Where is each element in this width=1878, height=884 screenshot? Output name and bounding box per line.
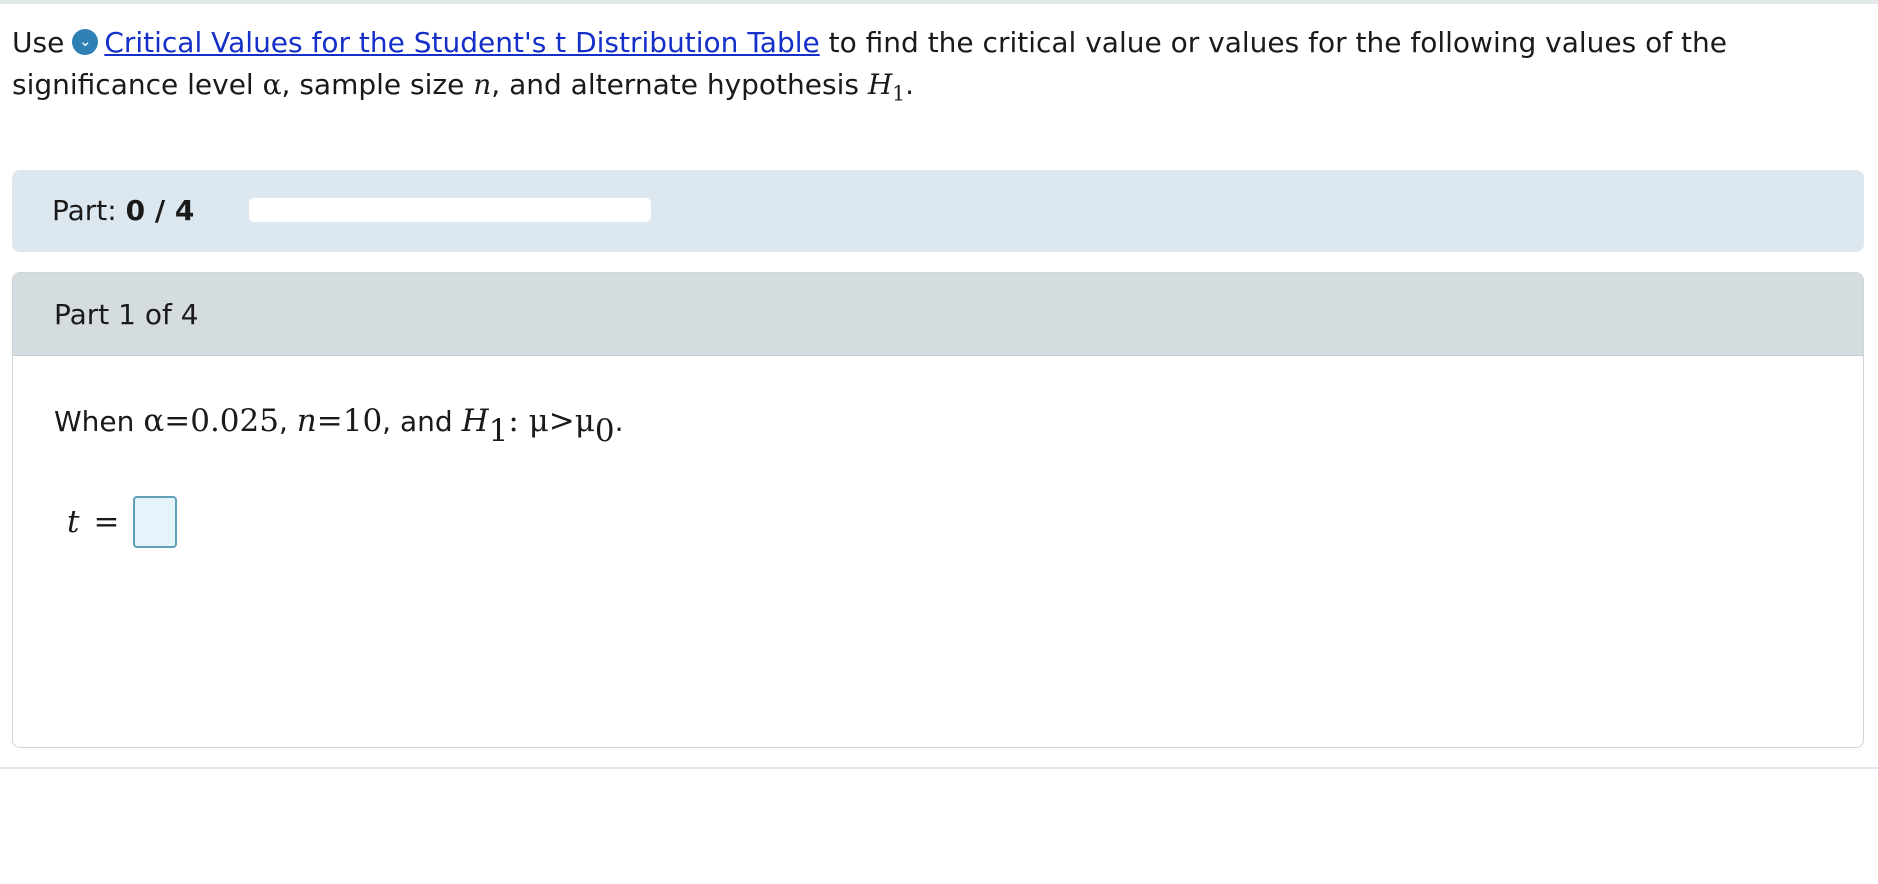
hypothesis-symbol: H [867, 68, 893, 101]
hypothesis-subscript: 1 [892, 81, 906, 106]
part-question: When α=0.025, n=10, and H1: μ>μ0. [54, 399, 624, 446]
progress-label: Part: 0 / 4 [52, 191, 194, 231]
top-divider [0, 0, 1878, 4]
t-distribution-table-link[interactable]: Critical Values for the Student's t Dist… [104, 26, 819, 59]
alpha-symbol: α [262, 68, 282, 101]
intro-sep-1: , sample size [281, 68, 474, 101]
sample-size-symbol: n [473, 68, 492, 101]
answer-variable: t [67, 504, 80, 540]
n-value: =10 [316, 403, 383, 439]
intro-prefix: Use [12, 26, 65, 59]
question-end: . [614, 405, 624, 438]
hypothesis-relation: : μ>μ [508, 403, 595, 439]
part-card: Part 1 of 4 When α=0.025, n=10, and H1: … [12, 272, 1864, 748]
question-and: , and [382, 405, 462, 438]
hypothesis-variable: H [461, 403, 489, 439]
n-variable: n [296, 403, 317, 439]
progress-bar [249, 198, 651, 222]
question-prefix: When [54, 405, 144, 438]
progress-count: 0 / 4 [125, 194, 195, 227]
bottom-divider [0, 767, 1878, 769]
intro-end: . [905, 68, 915, 101]
answer-equals: = [93, 504, 120, 540]
hypothesis-variable-subscript: 1 [488, 412, 509, 449]
part-title: Part 1 of 4 [54, 298, 199, 331]
intro-sep-2: , and alternate hypothesis [491, 68, 868, 101]
progress-label-text: Part: [52, 194, 126, 227]
answer-row: t = [67, 493, 178, 551]
download-chevron-icon[interactable]: ⌄ [72, 28, 99, 55]
question-comma: , [278, 405, 297, 438]
problem-statement: Use ⌄ Critical Values for the Student's t … [12, 22, 1862, 106]
progress-panel: Part: 0 / 4 [12, 170, 1864, 252]
mu-subscript: 0 [594, 412, 615, 449]
answer-input[interactable] [133, 496, 178, 548]
alpha-value: α=0.025 [143, 403, 279, 439]
part-header: Part 1 of 4 [13, 273, 1863, 356]
